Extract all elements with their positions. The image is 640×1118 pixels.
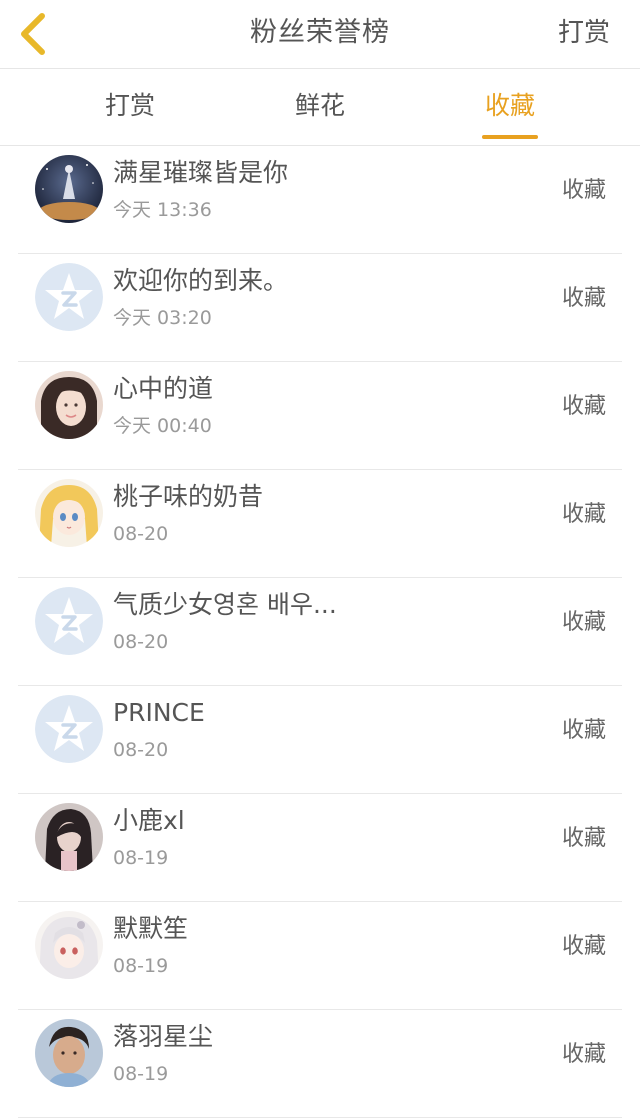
avatar[interactable] xyxy=(35,1019,103,1087)
favorite-label: 收藏 xyxy=(561,286,606,311)
fan-name: 心中的道 xyxy=(113,374,214,403)
page-title: 粉丝荣誉榜 xyxy=(250,17,390,48)
fan-time: 今天 03:20 xyxy=(113,307,212,329)
fan-time: 08-19 xyxy=(113,955,169,977)
tab-favorites[interactable]: 收藏 xyxy=(440,69,580,145)
fan-time: 08-20 xyxy=(113,523,169,545)
list-item[interactable]: 小鹿xl 08-19 收藏 xyxy=(18,794,622,902)
anime-white-hair-avatar-icon xyxy=(35,911,103,979)
fan-name: 小鹿xl xyxy=(113,806,185,835)
fan-name: 落羽星尘 xyxy=(113,1022,214,1051)
avatar[interactable] xyxy=(35,695,103,763)
anime-girl-avatar-icon xyxy=(35,479,103,547)
list-item[interactable]: 欢迎你的到来。 今天 03:20 收藏 xyxy=(18,254,622,362)
default-star-avatar-icon xyxy=(35,263,103,331)
avatar[interactable] xyxy=(35,479,103,547)
avatar[interactable] xyxy=(35,911,103,979)
tab-flowers[interactable]: 鲜花 xyxy=(250,69,390,145)
fan-time: 08-20 xyxy=(113,739,169,761)
fan-time: 08-19 xyxy=(113,1063,169,1085)
top-bar: 粉丝荣誉榜 打赏 xyxy=(0,0,640,69)
photo-girl-avatar-icon xyxy=(35,371,103,439)
list-item[interactable]: 桃子味的奶昔 08-20 收藏 xyxy=(18,470,622,578)
fan-time: 今天 00:40 xyxy=(113,415,212,437)
default-star-avatar-icon xyxy=(35,587,103,655)
list-item[interactable]: 默默笙 08-19 收藏 xyxy=(18,902,622,1010)
tab-tip[interactable]: 打赏 xyxy=(60,69,200,145)
tab-bar: 打赏 鲜花 收藏 xyxy=(0,69,640,146)
favorite-label: 收藏 xyxy=(561,178,606,203)
favorite-label: 收藏 xyxy=(561,826,606,851)
fan-time: 08-20 xyxy=(113,631,169,653)
photo-boy-avatar-icon xyxy=(35,1019,103,1087)
avatar[interactable] xyxy=(35,803,103,871)
tip-button[interactable]: 打赏 xyxy=(558,0,610,66)
fan-name: PRINCE xyxy=(113,698,205,727)
favorite-label: 收藏 xyxy=(561,718,606,743)
active-tab-indicator xyxy=(482,135,538,139)
default-star-avatar-icon xyxy=(35,695,103,763)
photo-girl-dark-avatar-icon xyxy=(35,803,103,871)
fan-name: 桃子味的奶昔 xyxy=(113,482,264,511)
fan-name: 满星璀璨皆是你 xyxy=(113,158,289,187)
list-item[interactable]: PRINCE 08-20 收藏 xyxy=(18,686,622,794)
favorite-label: 收藏 xyxy=(561,1042,606,1067)
photo-night-sky-avatar-icon xyxy=(35,155,103,223)
favorite-label: 收藏 xyxy=(561,394,606,419)
fan-time: 08-19 xyxy=(113,847,169,869)
avatar[interactable] xyxy=(35,155,103,223)
favorite-label: 收藏 xyxy=(561,934,606,959)
list-item[interactable]: 心中的道 今天 00:40 收藏 xyxy=(18,362,622,470)
avatar[interactable] xyxy=(35,263,103,331)
favorite-label: 收藏 xyxy=(561,502,606,527)
fan-name: 默默笙 xyxy=(113,914,189,943)
list-item[interactable]: 气质少女영혼 배우... 08-20 收藏 xyxy=(18,578,622,686)
list-item[interactable]: 落羽星尘 08-19 收藏 xyxy=(18,1010,622,1118)
list-item[interactable]: 满星璀璨皆是你 今天 13:36 收藏 xyxy=(18,146,622,254)
avatar[interactable] xyxy=(35,371,103,439)
avatar[interactable] xyxy=(35,587,103,655)
fan-name: 欢迎你的到来。 xyxy=(113,266,289,295)
fan-time: 今天 13:36 xyxy=(113,199,212,221)
fan-list: 满星璀璨皆是你 今天 13:36 收藏 欢迎你的到来。 今天 03:20 收藏 xyxy=(0,146,640,1118)
fan-name: 气质少女영혼 배우... xyxy=(113,590,337,619)
favorite-label: 收藏 xyxy=(561,610,606,635)
